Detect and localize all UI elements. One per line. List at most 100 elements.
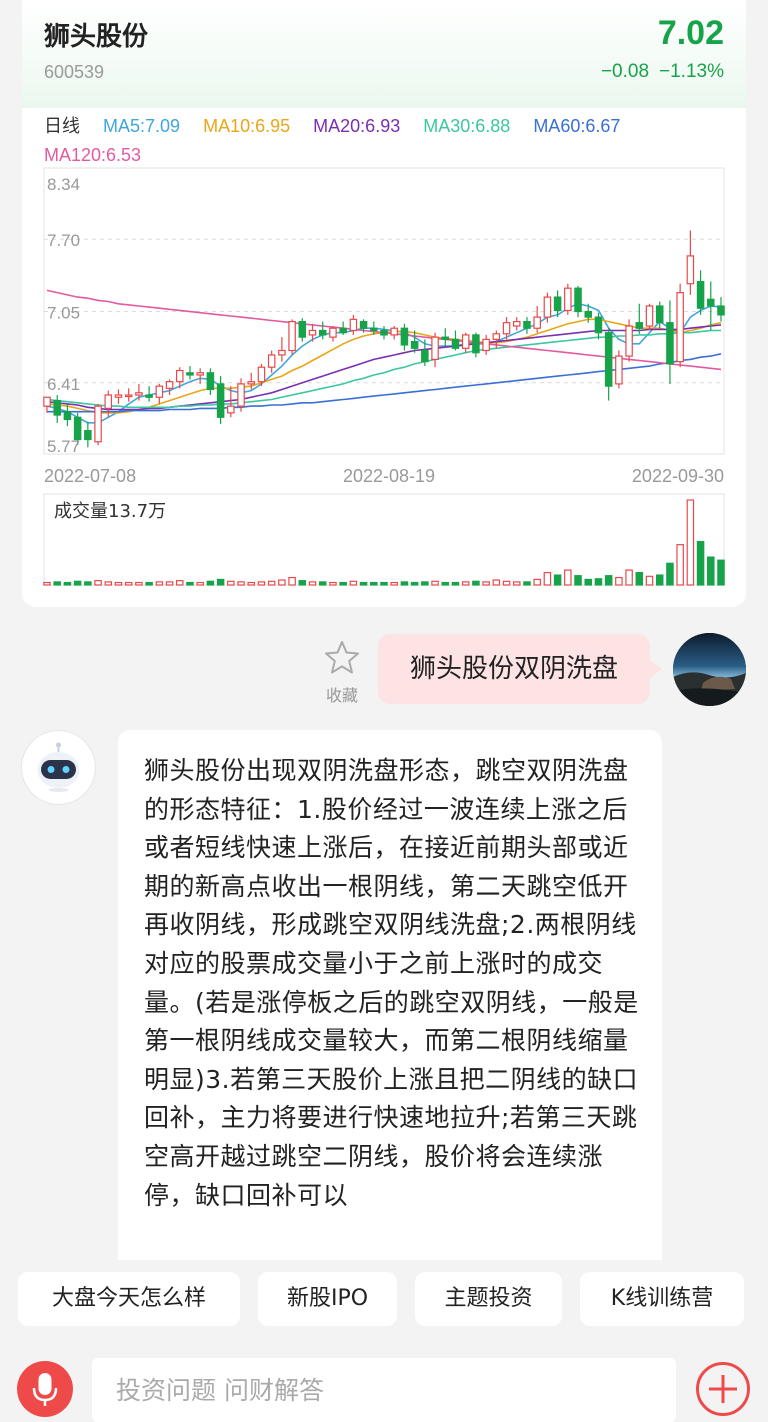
candle	[441, 328, 450, 347]
change-value: −0.08	[600, 61, 650, 82]
candle-body	[370, 327, 378, 332]
user-avatar[interactable]	[673, 633, 746, 706]
candle	[635, 303, 644, 334]
candle	[482, 334, 490, 355]
volume-bar	[349, 580, 358, 586]
volume-bar	[533, 578, 541, 586]
chip-theme-investing[interactable]: 主题投资	[415, 1272, 562, 1326]
volume-bar	[267, 580, 276, 586]
volume-bar	[615, 576, 623, 586]
candle	[431, 332, 439, 368]
candle	[155, 383, 164, 404]
chip-kline-training[interactable]: K线训练营	[580, 1272, 744, 1326]
volume-bar	[564, 569, 572, 586]
robot-icon	[37, 742, 80, 792]
stock-change: −0.08 −1.13%	[591, 61, 724, 83]
candle-body	[94, 405, 102, 443]
volume-bar	[247, 581, 256, 586]
y-tick-label: 7.05	[47, 304, 80, 323]
volume-bar	[584, 578, 593, 586]
legend-ma60: MA60:6.67	[533, 116, 621, 136]
volume-bar	[53, 581, 61, 586]
candle	[574, 285, 582, 318]
candle-body	[318, 329, 327, 336]
volume-bar	[645, 575, 654, 586]
x-tick-label: 2022-07-08	[44, 466, 136, 486]
candle-body	[186, 372, 194, 376]
candle	[165, 379, 174, 396]
volume-bar	[686, 499, 695, 586]
star-icon	[325, 641, 359, 674]
volume-bar	[523, 581, 531, 586]
volume-bar	[502, 580, 511, 586]
volume-bar	[482, 581, 490, 586]
volume-bar	[216, 578, 225, 586]
candle-body	[196, 372, 204, 376]
volume-label: 成交量13.7万	[54, 501, 166, 522]
voice-input-button[interactable]	[17, 1361, 73, 1417]
volume-bar	[655, 574, 664, 586]
microphone-icon	[32, 1373, 58, 1406]
volume-bar	[380, 581, 388, 586]
volume-bar	[421, 581, 429, 586]
legend-ma10: MA10:6.95	[203, 116, 291, 136]
candle-body	[145, 394, 153, 398]
candle	[615, 350, 623, 389]
candle	[461, 332, 470, 353]
legend-ma20: MA20:6.93	[313, 116, 401, 136]
chip-market-today[interactable]: 大盘今天怎么样	[18, 1272, 240, 1326]
candle	[329, 326, 337, 342]
candle-body	[482, 338, 490, 352]
legend-period: 日线	[44, 116, 80, 136]
x-tick-label: 2022-09-30	[632, 466, 724, 486]
volume-bar	[717, 559, 725, 586]
candle-body	[441, 336, 450, 340]
candle	[288, 319, 296, 355]
candle-body	[53, 399, 61, 416]
stock-header: 狮头股份 600539 7.02 −0.08 −1.13%	[22, 0, 746, 108]
question-input[interactable]	[92, 1358, 676, 1422]
stock-code: 600539	[44, 62, 105, 82]
candle	[421, 339, 429, 367]
volume-bar	[73, 580, 82, 586]
volume-bar	[472, 580, 480, 586]
chip-new-ipo[interactable]: 新股IPO	[258, 1272, 397, 1326]
volume-bar	[625, 569, 633, 586]
candle-body	[431, 336, 439, 361]
stock-card[interactable]: 狮头股份 600539 7.02 −0.08 −1.13% 日线 MA5:7.09…	[22, 0, 746, 607]
volume-bar	[104, 581, 113, 586]
candle	[400, 323, 409, 351]
candle	[53, 395, 61, 423]
candle-body	[584, 310, 593, 318]
candle	[696, 270, 705, 315]
volume-bar	[400, 581, 409, 586]
candle-body	[472, 334, 480, 354]
volume-bar	[124, 581, 133, 586]
candle	[339, 321, 347, 335]
volume-bar	[175, 580, 184, 586]
candle-body	[267, 354, 276, 368]
candle-body	[666, 322, 674, 365]
volume-bar	[512, 581, 521, 586]
candle-body	[564, 287, 572, 312]
candle	[512, 317, 521, 331]
candle-body	[124, 394, 133, 398]
favorite-button[interactable]: 收藏	[320, 640, 364, 706]
candle-body	[676, 292, 684, 363]
x-tick-label: 2022-08-19	[343, 466, 435, 486]
candle-body	[175, 369, 184, 383]
volume-bar	[461, 581, 470, 586]
candle-body	[43, 396, 51, 407]
candle	[533, 305, 541, 333]
bot-avatar[interactable]	[22, 731, 95, 804]
volume-bar	[451, 581, 460, 586]
input-bar	[0, 1344, 768, 1422]
candle-body	[645, 305, 654, 327]
more-actions-button[interactable]	[695, 1361, 751, 1417]
candle	[124, 388, 133, 402]
candle	[84, 421, 92, 448]
candle-body	[84, 430, 92, 441]
candle-body	[635, 322, 644, 329]
volume-bar	[339, 581, 347, 586]
candlestick-chart[interactable]: 8.34 7.70 7.05 6.41 5.77 2022-07-08 2022-08-19…	[22, 160, 746, 590]
